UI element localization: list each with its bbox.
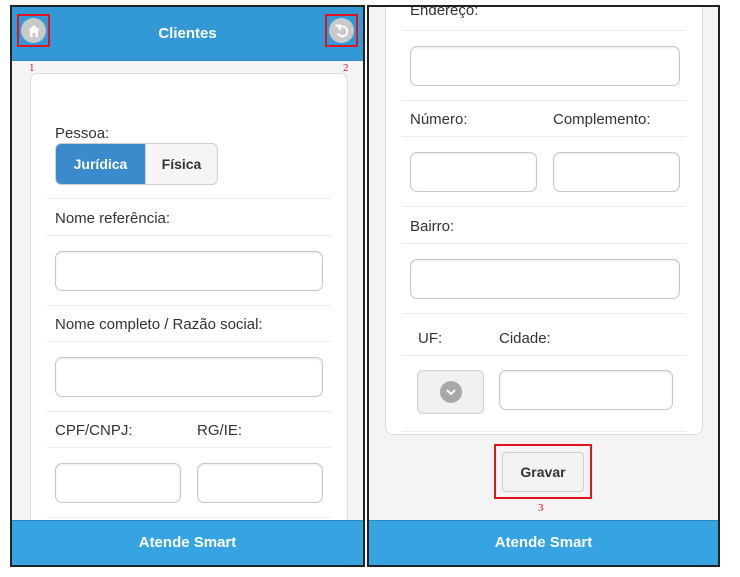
footer-title: Atende Smart xyxy=(494,534,593,551)
nome-referencia-label: Nome referência: xyxy=(55,210,171,227)
endereco-field[interactable] xyxy=(410,46,680,86)
save-button[interactable]: Gravar xyxy=(502,452,584,492)
right-screen: Endereço: Número: Complemento: Bairro: U… xyxy=(367,5,720,567)
page-title: Clientes xyxy=(158,25,217,42)
complemento-field[interactable] xyxy=(553,152,680,192)
divider xyxy=(47,198,331,199)
left-screen: Clientes 1 2 Pessoa: Jurídica Física Nom… xyxy=(10,5,365,567)
divider xyxy=(402,136,686,137)
divider xyxy=(47,447,331,448)
rg-ie-field[interactable] xyxy=(197,463,323,503)
divider xyxy=(47,517,331,518)
option-fisica[interactable]: Física xyxy=(145,144,217,184)
uf-label: UF: xyxy=(418,330,443,347)
app-footer: Atende Smart xyxy=(12,520,363,565)
divider xyxy=(402,313,686,314)
callout-2: 2 xyxy=(343,62,349,74)
footer-title: Atende Smart xyxy=(138,534,237,551)
cidade-label: Cidade: xyxy=(499,330,551,347)
chevron-down-icon xyxy=(439,381,462,403)
bairro-field[interactable] xyxy=(410,259,680,299)
uf-select[interactable] xyxy=(417,370,484,414)
cpf-cnpj-label: CPF/CNPJ: xyxy=(55,422,133,439)
divider xyxy=(402,431,686,432)
bairro-label: Bairro: xyxy=(410,218,455,235)
form-card: Pessoa: Jurídica Física Nome referência:… xyxy=(30,73,348,565)
cidade-field[interactable] xyxy=(499,370,673,410)
option-juridica[interactable]: Jurídica xyxy=(56,144,145,184)
app-header: Clientes xyxy=(12,7,363,61)
nome-completo-field[interactable] xyxy=(55,357,323,397)
divider xyxy=(402,243,686,244)
save-button-highlight: Gravar xyxy=(494,444,592,499)
numero-field[interactable] xyxy=(410,152,537,192)
endereco-label: Endereço: xyxy=(410,5,479,19)
divider xyxy=(47,235,331,236)
app-footer: Atende Smart xyxy=(369,520,718,565)
divider xyxy=(47,305,331,306)
divider xyxy=(47,411,331,412)
undo-icon xyxy=(329,18,354,43)
divider xyxy=(402,100,686,101)
rg-ie-label: RG/IE: xyxy=(197,422,243,439)
divider xyxy=(402,355,686,356)
divider xyxy=(402,30,686,31)
callout-1: 1 xyxy=(29,62,35,74)
callout-3: 3 xyxy=(538,502,544,514)
person-type-toggle: Jurídica Física xyxy=(55,143,218,185)
back-button[interactable] xyxy=(325,14,358,47)
form-card: Endereço: Número: Complemento: Bairro: U… xyxy=(385,5,703,435)
divider xyxy=(47,341,331,342)
complemento-label: Complemento: xyxy=(553,111,651,128)
nome-completo-label: Nome completo / Razão social: xyxy=(55,316,263,333)
cpf-cnpj-field[interactable] xyxy=(55,463,181,503)
nome-referencia-field[interactable] xyxy=(55,251,323,291)
numero-label: Número: xyxy=(410,111,468,128)
divider xyxy=(402,206,686,207)
pessoa-label: Pessoa: xyxy=(55,125,110,142)
